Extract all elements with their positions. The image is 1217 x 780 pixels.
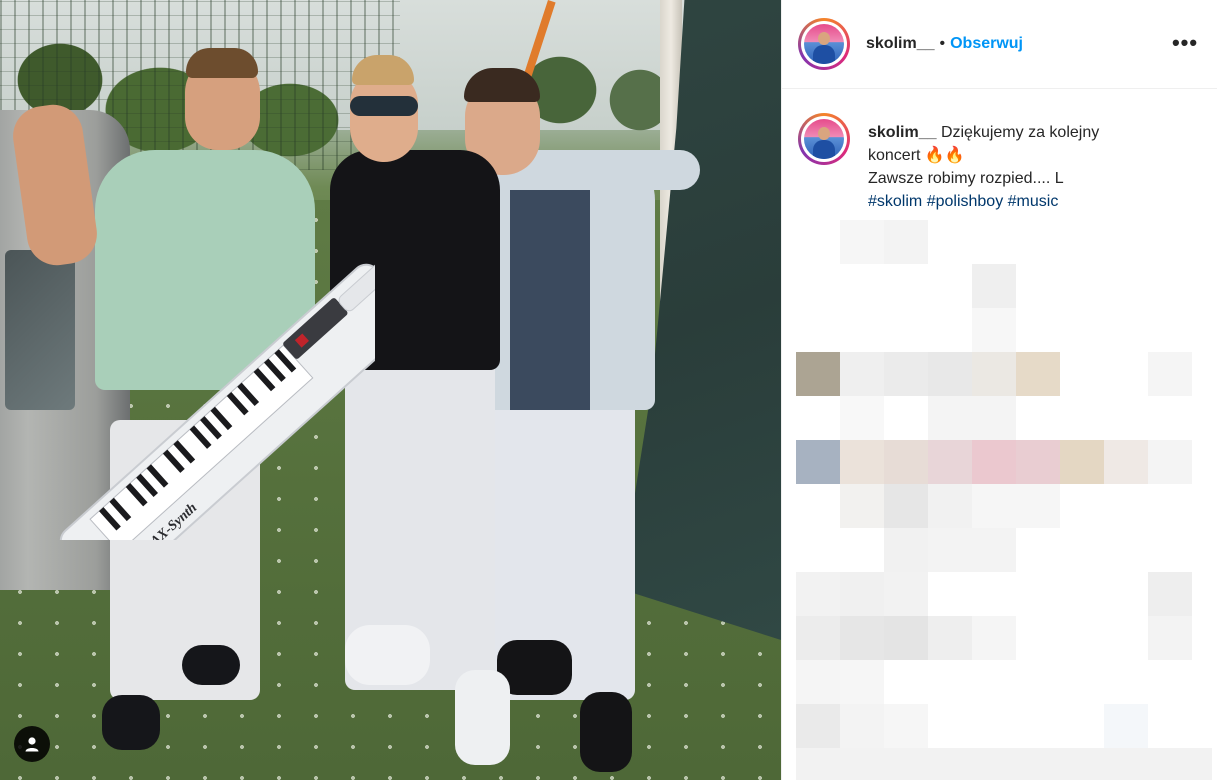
pixel-block [840, 220, 884, 264]
fire-emoji: 🔥🔥 [924, 147, 965, 164]
person-left-hair [186, 48, 258, 78]
user-icon [25, 737, 39, 752]
pixel-block [1148, 440, 1192, 484]
pixel-block [840, 352, 884, 396]
caption-line-2: koncert [868, 147, 921, 164]
caption-username[interactable]: skolim__ [868, 124, 936, 141]
follow-button[interactable]: Obserwuj [950, 35, 1023, 53]
post-username[interactable]: skolim__ [866, 35, 934, 53]
pixel-block [796, 572, 840, 616]
pixel-block [884, 572, 928, 616]
hashtag-link[interactable]: #skolim [868, 193, 922, 210]
pixel-block [972, 528, 1016, 572]
avatar-image [804, 24, 844, 64]
post-caption: skolim__ Dziękujemy za kolejny koncert 🔥… [798, 113, 1202, 213]
pixel-block [1148, 572, 1192, 616]
pixel-block [1016, 440, 1060, 484]
pixel-block [1016, 352, 1060, 396]
pixel-block [928, 352, 972, 396]
pixel-block [928, 440, 972, 484]
person-right-hair [464, 68, 540, 102]
pixel-block [1104, 440, 1148, 484]
caption-avatar[interactable] [798, 113, 850, 165]
pixel-block [972, 484, 1016, 528]
person-middle-shoe [455, 670, 510, 765]
pixel-block [884, 616, 928, 660]
more-options-button[interactable]: ••• [1172, 30, 1198, 56]
pixel-block [840, 572, 884, 616]
tagged-users-button[interactable] [14, 726, 50, 762]
pixel-block [1148, 352, 1192, 396]
caption-text: skolim__ Dziękujemy za kolejny koncert 🔥… [868, 113, 1198, 213]
pixel-block [840, 616, 884, 660]
post-side-panel: skolim__ • Obserwuj ••• skolim__ Dziękuj… [781, 0, 1217, 780]
pixel-block [884, 528, 928, 572]
pixel-block [796, 352, 840, 396]
pixel-block [796, 440, 840, 484]
pixel-block [928, 484, 972, 528]
pixel-block [1016, 484, 1060, 528]
pixel-block [972, 616, 1016, 660]
pixel-block [884, 484, 928, 528]
pixel-block [796, 748, 1212, 780]
caption-line-1: Dziękujemy za kolejny [940, 124, 1100, 141]
post-header: skolim__ • Obserwuj ••• [782, 0, 1217, 89]
pixel-block [840, 484, 884, 528]
pixel-block [884, 220, 928, 264]
pixel-block [1104, 704, 1148, 748]
pixel-block [840, 704, 884, 748]
hashtag-link[interactable]: #polishboy [927, 193, 1004, 210]
pixel-block [1148, 616, 1192, 660]
header-separator: • [939, 35, 946, 52]
pixel-block [884, 704, 928, 748]
pixel-block [928, 396, 972, 440]
avatar[interactable] [798, 18, 850, 70]
pixel-block [796, 660, 840, 704]
avatar-border [801, 116, 847, 162]
pixelated-comments [796, 220, 1212, 780]
pixel-block [796, 616, 840, 660]
pixel-block [840, 660, 884, 704]
pixel-block [884, 440, 928, 484]
hashtag-link[interactable]: #music [1008, 193, 1059, 210]
person-left-shoe [102, 695, 160, 750]
person-left-shoe [182, 645, 240, 685]
avatar-image [804, 119, 844, 159]
pixel-block [840, 440, 884, 484]
person-middle-shoe [345, 625, 430, 685]
pixel-block [972, 440, 1016, 484]
person-right-shoe [580, 692, 632, 772]
pixel-block [972, 308, 1016, 352]
pixel-block [972, 264, 1016, 308]
pixel-block [840, 396, 884, 440]
person-right-tee [510, 190, 590, 410]
pixel-block [928, 528, 972, 572]
avatar-border [801, 21, 847, 67]
keytar: AX-Synth [59, 248, 375, 540]
pixel-block [1060, 440, 1104, 484]
person-middle-sunglasses [350, 96, 418, 116]
pixel-block [972, 352, 1016, 396]
pixel-block [884, 352, 928, 396]
pixel-block [928, 616, 972, 660]
caption-line-3: Zawsze robimy rozpied.... L [868, 170, 1064, 187]
post-photo[interactable]: AX-Synth [0, 0, 781, 780]
pixel-block [796, 704, 840, 748]
pixel-block [972, 396, 1016, 440]
more-options-icon: ••• [1171, 30, 1199, 55]
